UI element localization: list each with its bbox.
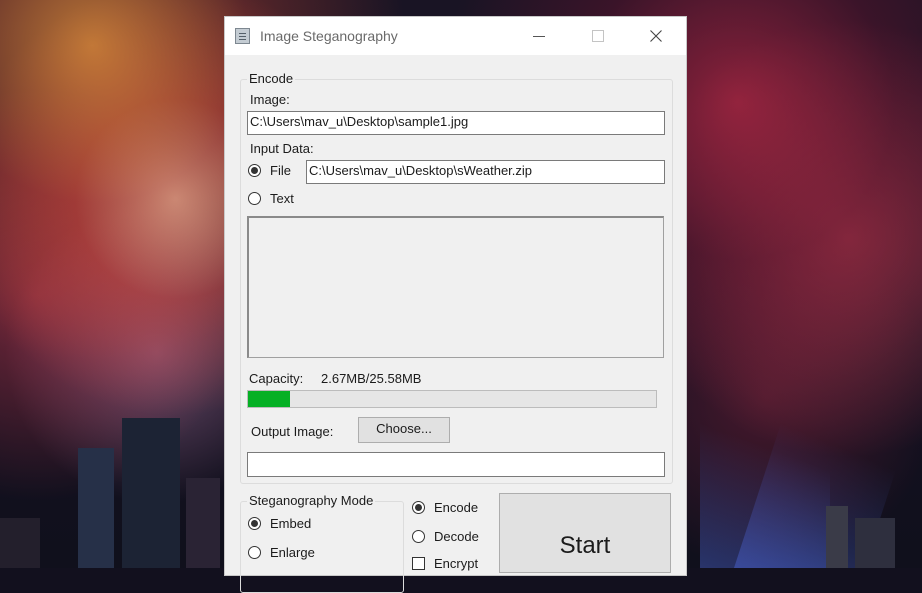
text-radio[interactable] [248, 192, 261, 205]
image-path-input[interactable]: C:\Users\mav_u\Desktop\sample1.jpg [247, 111, 665, 135]
decode-radio[interactable] [412, 530, 425, 543]
output-image-label: Output Image: [251, 424, 334, 439]
output-image-path-input[interactable] [247, 452, 665, 477]
encode-radio-label[interactable]: Encode [434, 500, 478, 515]
app-document-icon [235, 28, 250, 44]
title-bar[interactable]: Image Steganography [225, 17, 686, 55]
steganography-mode-legend: Steganography Mode [247, 493, 376, 508]
city-building [186, 478, 220, 568]
close-icon [650, 30, 662, 42]
file-radio-label[interactable]: File [270, 163, 291, 178]
capacity-progress-bar [247, 390, 657, 408]
encrypt-checkbox-label[interactable]: Encrypt [434, 556, 478, 571]
capacity-label: Capacity: [249, 371, 304, 386]
steganography-mode-groupbox [240, 501, 404, 593]
image-steganography-window: Image Steganography Encode Image: C:\Use… [224, 16, 687, 593]
capacity-progress-fill [248, 391, 291, 407]
embed-radio-label[interactable]: Embed [270, 516, 311, 531]
maximize-button[interactable] [575, 17, 621, 55]
city-building [122, 418, 180, 568]
minimize-button[interactable] [517, 17, 563, 55]
start-button[interactable]: Start [499, 493, 671, 573]
embed-radio[interactable] [248, 517, 261, 530]
choose-output-button[interactable]: Choose... [358, 417, 450, 443]
image-label: Image: [250, 92, 290, 107]
city-building [826, 506, 848, 568]
city-building [855, 518, 895, 568]
encode-group-legend: Encode [247, 71, 296, 86]
text-radio-label[interactable]: Text [270, 191, 294, 206]
encode-radio[interactable] [412, 501, 425, 514]
decode-radio-label[interactable]: Decode [434, 529, 479, 544]
input-text-area[interactable] [247, 216, 664, 358]
city-building [0, 518, 40, 568]
enlarge-radio[interactable] [248, 546, 261, 559]
input-data-label: Input Data: [250, 141, 314, 156]
enlarge-radio-label[interactable]: Enlarge [270, 545, 315, 560]
close-button[interactable] [633, 17, 679, 55]
file-radio[interactable] [248, 164, 261, 177]
encrypt-checkbox[interactable] [412, 557, 425, 570]
window-title: Image Steganography [260, 28, 398, 44]
city-building [78, 448, 114, 568]
input-file-path-input[interactable]: C:\Users\mav_u\Desktop\sWeather.zip [306, 160, 665, 184]
capacity-value: 2.67MB/25.58MB [321, 371, 422, 386]
start-button-label: Start [559, 532, 611, 559]
